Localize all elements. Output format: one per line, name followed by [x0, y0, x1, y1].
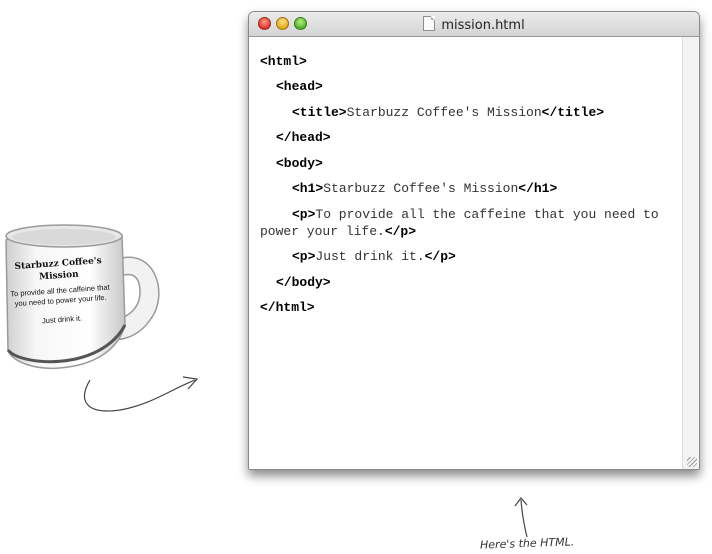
code-text: Just drink it. [315, 249, 425, 264]
annotation-text: Here's the HTML. [479, 535, 575, 552]
code-tag: </p> [424, 249, 456, 264]
code-tag: <p> [292, 249, 316, 264]
code-tag: </html> [260, 300, 315, 315]
window-title-text: mission.html [441, 18, 525, 33]
code-tag: </h1> [518, 181, 558, 196]
code-line: </body> [276, 275, 331, 291]
code-line: <p>To provide all the caffeine that you … [292, 207, 659, 223]
code-line: <html> [260, 54, 307, 70]
code-tag: </title> [541, 105, 605, 120]
code-text: Starbuzz Coffee's Mission [346, 105, 542, 120]
code-line: </html> [260, 300, 315, 316]
code-line: <h1>Starbuzz Coffee's Mission</h1> [292, 181, 557, 197]
mug-label: Starbuzz Coffee's Mission To provide all… [4, 254, 116, 327]
document-icon [423, 16, 436, 31]
mug-body-text: To provide all the caffeine that you nee… [10, 282, 110, 308]
code-text: power your life. [260, 224, 385, 239]
pointer-arrow-icon [84, 376, 199, 412]
up-arrow-icon [514, 497, 528, 538]
code-tag: <title> [292, 105, 347, 120]
editor-window: mission.html <html> <head> <title>Starbu… [248, 11, 700, 470]
code-line: power your life.</p> [260, 224, 416, 240]
code-line: </head> [276, 130, 331, 146]
code-tag: </head> [276, 130, 331, 145]
code-tag: <body> [276, 156, 323, 171]
code-tag: </body> [276, 275, 331, 290]
code-line: <head> [276, 79, 323, 95]
code-tag: <html> [260, 54, 307, 69]
code-line: <title>Starbuzz Coffee's Mission</title> [292, 105, 604, 121]
code-tag: <p> [292, 207, 316, 222]
code-line: <body> [276, 156, 323, 172]
vertical-scrollbar[interactable] [682, 37, 699, 469]
code-text: To provide all the caffeine that you nee… [315, 207, 659, 222]
resize-grip-icon[interactable] [687, 457, 697, 467]
code-tag: <h1> [292, 181, 324, 196]
editor-content[interactable]: <html> <head> <title>Starbuzz Coffee's M… [249, 37, 682, 469]
code-text: Starbuzz Coffee's Mission [323, 181, 519, 196]
code-line: <p>Just drink it.</p> [292, 249, 456, 265]
window-title: mission.html [249, 16, 699, 33]
code-tag: <head> [276, 79, 323, 94]
window-titlebar[interactable]: mission.html [249, 12, 699, 37]
code-tag: </p> [384, 224, 417, 239]
